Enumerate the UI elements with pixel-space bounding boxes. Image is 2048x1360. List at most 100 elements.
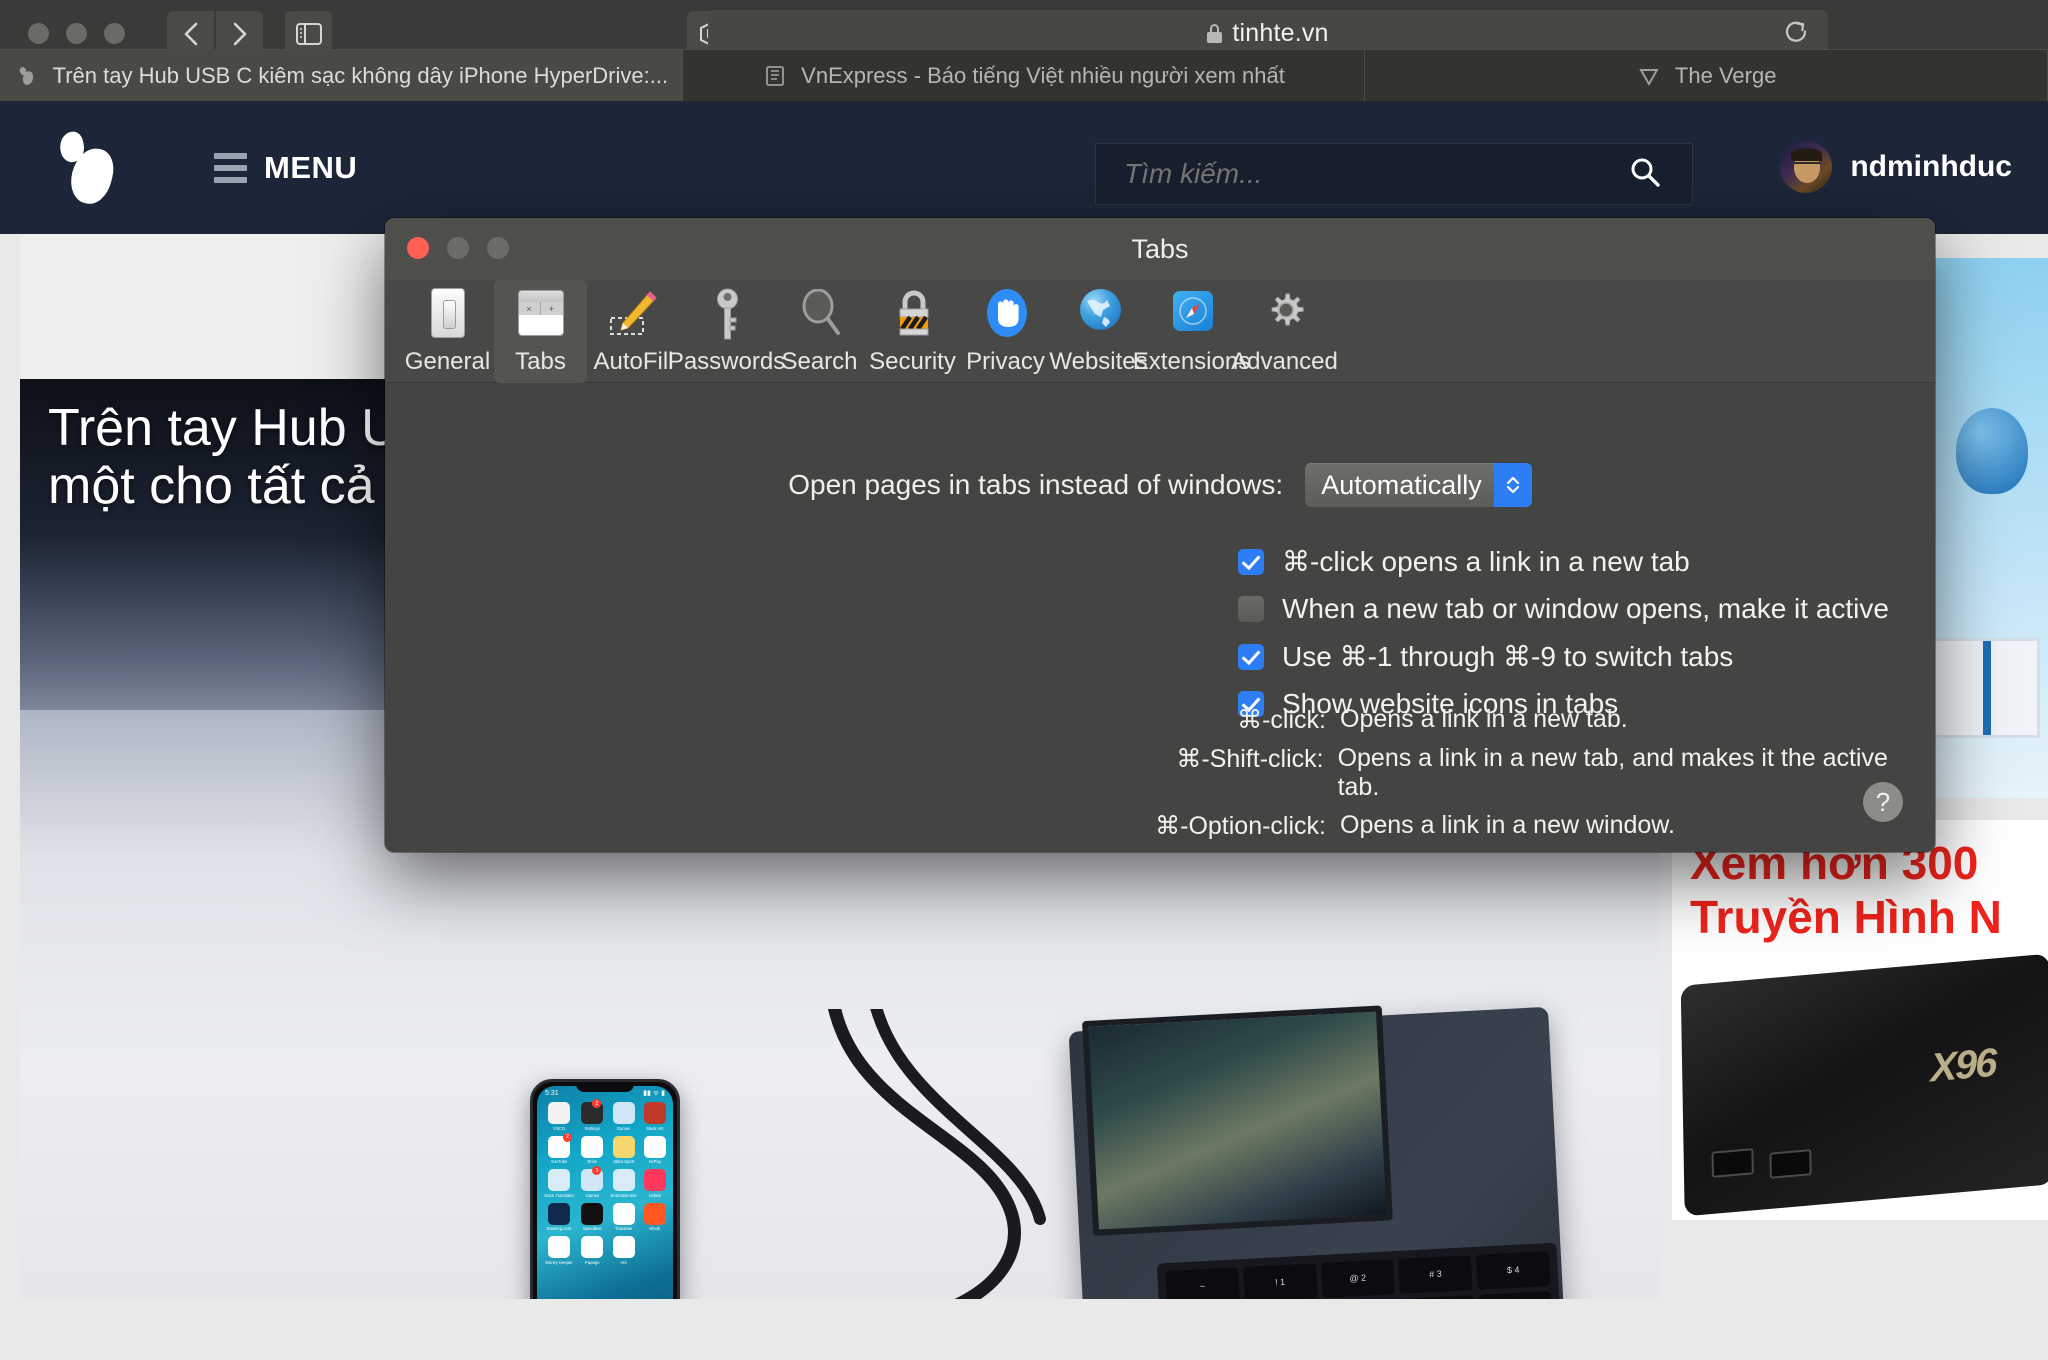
iphone-app: Games: [610, 1102, 636, 1131]
checkbox[interactable]: [1238, 643, 1264, 670]
username-label: ndminhduc: [1850, 150, 2012, 183]
app-label: Entertainment: [610, 1192, 637, 1198]
app-icon: [643, 1169, 666, 1191]
site-menu-label: MENU: [264, 149, 358, 185]
tab-title: The Verge: [1674, 62, 1777, 88]
checkbox-row-switch-tabs[interactable]: Use ⌘-1 through ⌘-9 to switch tabs: [1238, 640, 1889, 673]
app-icon: [581, 1202, 604, 1225]
pref-tab-tabs[interactable]: × + Tabs: [494, 280, 587, 383]
app-label: Ant: [620, 1259, 627, 1265]
key: ! 1: [1242, 1263, 1318, 1299]
pref-tab-autofill[interactable]: AutoFill: [587, 280, 680, 383]
minimize-button[interactable]: [66, 23, 87, 44]
checkbox[interactable]: [1238, 596, 1264, 622]
app-label: Jabra Sport: [612, 1159, 635, 1164]
avatar[interactable]: [1780, 141, 1833, 193]
balloon-graphic: [1956, 408, 2028, 494]
pref-tab-security[interactable]: Security: [866, 280, 959, 383]
key: # 3: [1398, 1255, 1473, 1294]
minimize-button[interactable]: [447, 237, 469, 259]
ad-banner-tvbox[interactable]: Xem hơn 300 Truyền Hình N X96: [1672, 820, 2048, 1220]
pref-tab-websites[interactable]: Websites: [1049, 280, 1148, 383]
privacy-hand-icon: [976, 284, 1036, 346]
app-label: Drive: [587, 1159, 598, 1164]
reload-icon[interactable]: [1782, 17, 1810, 50]
pref-tab-privacy[interactable]: Privacy: [959, 280, 1052, 383]
app-label: Money Keeper: [545, 1259, 573, 1265]
app-label: Klook: [649, 1226, 661, 1231]
iphone-app: Speedtest: [581, 1202, 604, 1231]
iphone-app: Papago: [581, 1236, 604, 1265]
open-pages-value: Automatically: [1321, 469, 1482, 500]
iphone-app-grid: VSCO Settings 2 Games Stack AR YouTube 2 Drive J…: [544, 1099, 666, 1265]
pref-tab-passwords[interactable]: Passwords: [668, 280, 785, 383]
app-icon: [643, 1135, 666, 1158]
checkbox[interactable]: [1238, 548, 1264, 575]
autofill-icon: [604, 284, 664, 346]
site-search-box[interactable]: [1095, 143, 1693, 205]
shortcut-row: ⌘-click: Opens a link in a new tab.: [385, 705, 1935, 735]
iphone-app: Klook: [643, 1202, 666, 1231]
preferences-toolbar: General × + Tabs AutoFill Passwords Sear…: [385, 280, 1935, 383]
iphone-app: Jabra Sport: [610, 1135, 636, 1164]
tab-item-1[interactable]: VnExpress - Báo tiếng Việt nhiều người x…: [682, 50, 1366, 101]
laptop-screen-wallpaper: [1082, 1005, 1393, 1236]
ad-red-line2: Truyền Hình N: [1690, 891, 2002, 943]
tvbox-logo: X96: [1930, 1040, 1996, 1091]
pref-tab-search[interactable]: Search: [773, 280, 866, 383]
app-label: Voice Translator: [544, 1192, 575, 1198]
status-clock: 5:31: [545, 1090, 559, 1097]
passwords-key-icon: [697, 284, 757, 346]
shortcut-desc: Opens a link in a new tab, and makes it …: [1337, 744, 1888, 801]
tab-title: Trên tay Hub USB C kiêm sạc không dây iP…: [52, 62, 669, 88]
iphone-app: Translate: [610, 1202, 636, 1231]
shortcut-desc: Opens a link in a new tab.: [1340, 705, 1628, 733]
search-input[interactable]: [1096, 158, 1628, 190]
close-button[interactable]: [407, 237, 429, 259]
pref-tab-extensions[interactable]: Extensions: [1133, 280, 1250, 383]
checkbox-row-make-active[interactable]: When a new tab or window opens, make it …: [1238, 593, 1889, 625]
app-icon: [548, 1202, 571, 1225]
iphone-app: Settings 2: [581, 1099, 604, 1131]
tab-item-0[interactable]: Trên tay Hub USB C kiêm sạc không dây iP…: [0, 50, 683, 101]
app-label: Games: [585, 1192, 600, 1198]
open-pages-select[interactable]: Automatically: [1305, 463, 1532, 507]
pref-tab-label: General: [404, 348, 491, 375]
pref-tab-label: AutoFill: [593, 348, 674, 375]
pref-tab-label: Tabs: [515, 348, 566, 375]
site-menu-button[interactable]: MENU: [214, 150, 357, 186]
shortcut-row: ⌘-Option-Shift-click: Opens a link in a …: [385, 850, 1935, 852]
tabs-icon: × +: [511, 284, 571, 346]
advanced-gear-icon: [1255, 284, 1315, 346]
open-pages-label: Open pages in tabs instead of windows:: [788, 469, 1284, 500]
maximize-button[interactable]: [104, 23, 125, 44]
checkbox-row-cmd-click[interactable]: ⌘-click opens a link in a new tab: [1238, 545, 1889, 578]
iphone-app: Stack AR: [643, 1102, 666, 1131]
tinhte-logo-icon[interactable]: [56, 129, 119, 208]
app-icon: [581, 1236, 604, 1258]
iphone-app: Drive: [581, 1135, 604, 1164]
close-button[interactable]: [28, 23, 49, 44]
app-label: Settings: [584, 1125, 600, 1131]
search-icon[interactable]: [1628, 155, 1662, 194]
iphone-app: Money Keeper: [544, 1236, 574, 1265]
help-button[interactable]: ?: [1863, 782, 1903, 822]
lock-icon: [1207, 24, 1223, 43]
tab-item-2[interactable]: The Verge: [1365, 50, 2048, 101]
user-account[interactable]: ndminhduc: [1780, 141, 2012, 193]
pref-tab-label: Search: [781, 348, 858, 375]
tvbox-product-graphic: X96: [1680, 953, 2048, 1217]
tab-bar: Trên tay Hub USB C kiêm sạc không dây iP…: [0, 49, 2048, 101]
pref-tab-advanced[interactable]: Advanced: [1231, 280, 1338, 383]
shortcut-desc: Opens a link in a new window, and makes …: [1283, 850, 1935, 852]
maximize-button[interactable]: [487, 237, 509, 259]
url-text: tinhte.vn: [1232, 19, 1329, 47]
shortcut-key: ⌘-click:: [1237, 706, 1326, 734]
pref-tab-general[interactable]: General: [401, 280, 494, 383]
iphone-app: Voice Translator: [544, 1169, 574, 1198]
websites-globe-icon: [1069, 284, 1129, 346]
app-label: Booking.com: [546, 1226, 572, 1231]
security-lock-icon: [883, 284, 943, 346]
key: @ 2: [1320, 1259, 1396, 1298]
iphone-app: AirPay: [643, 1135, 666, 1164]
